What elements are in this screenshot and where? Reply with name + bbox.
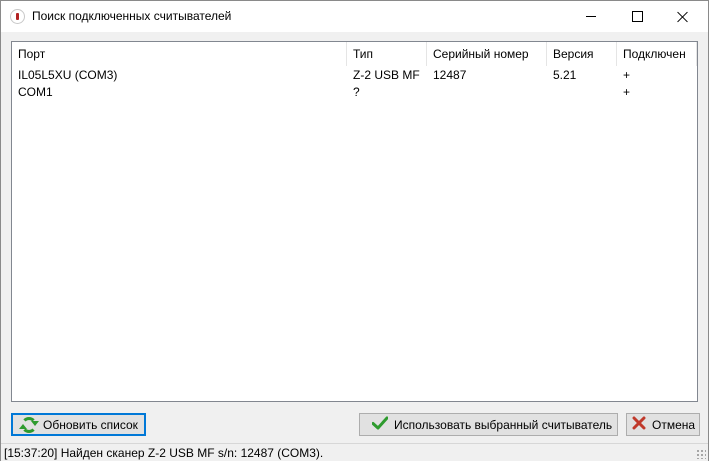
- x-icon: [632, 416, 646, 433]
- cell-type: ?: [353, 85, 360, 99]
- dialog-window: Поиск подключенных считывателей Порт Тип…: [0, 0, 709, 461]
- close-button[interactable]: [660, 1, 706, 32]
- resize-grip-icon[interactable]: [696, 449, 706, 459]
- column-header-port[interactable]: Порт: [12, 42, 347, 66]
- table-row[interactable]: IL05L5XU (COM3) Z-2 USB MF 12487 5.21 +: [12, 67, 697, 84]
- cell-version: 5.21: [553, 68, 577, 82]
- list-header: Порт Тип Серийный номер Версия Подключен: [12, 42, 697, 66]
- cell-connected: +: [623, 68, 631, 82]
- minimize-icon: [586, 16, 596, 17]
- refresh-list-label: Обновить список: [43, 417, 138, 432]
- cell-type: Z-2 USB MF: [353, 68, 420, 82]
- check-icon: [371, 416, 389, 433]
- column-header-version[interactable]: Версия: [547, 42, 617, 66]
- use-selected-reader-button[interactable]: Использовать выбранный считыватель: [359, 413, 618, 436]
- cell-port: IL05L5XU (COM3): [18, 68, 118, 82]
- status-bar: [15:37:20] Найден сканер Z-2 USB MF s/n:…: [1, 443, 708, 461]
- cancel-label: Отмена: [652, 417, 696, 432]
- window-title: Поиск подключенных считывателей: [32, 9, 232, 23]
- column-header-serial[interactable]: Серийный номер: [427, 42, 547, 66]
- cell-port: COM1: [18, 85, 53, 99]
- use-selected-reader-label: Использовать выбранный считыватель: [394, 417, 613, 432]
- close-icon: [677, 11, 689, 23]
- maximize-button[interactable]: [614, 1, 660, 32]
- cell-version: [547, 84, 617, 101]
- table-row[interactable]: COM1 ? +: [12, 84, 697, 101]
- readers-list[interactable]: Порт Тип Серийный номер Версия Подключен…: [11, 41, 698, 402]
- refresh-list-button[interactable]: Обновить список: [11, 413, 146, 436]
- column-header-type[interactable]: Тип: [347, 42, 427, 66]
- refresh-icon: [19, 416, 39, 433]
- cancel-button[interactable]: Отмена: [626, 413, 700, 436]
- status-message: [15:37:20] Найден сканер Z-2 USB MF s/n:…: [4, 446, 324, 460]
- cell-serial: [427, 84, 547, 101]
- maximize-icon: [631, 11, 643, 22]
- app-icon: [10, 9, 25, 24]
- cell-serial: 12487: [433, 68, 467, 82]
- column-header-connected[interactable]: Подключен: [617, 42, 697, 66]
- title-bar[interactable]: Поиск подключенных считывателей: [1, 1, 708, 32]
- cell-connected: +: [623, 85, 631, 99]
- minimize-button[interactable]: [568, 1, 614, 32]
